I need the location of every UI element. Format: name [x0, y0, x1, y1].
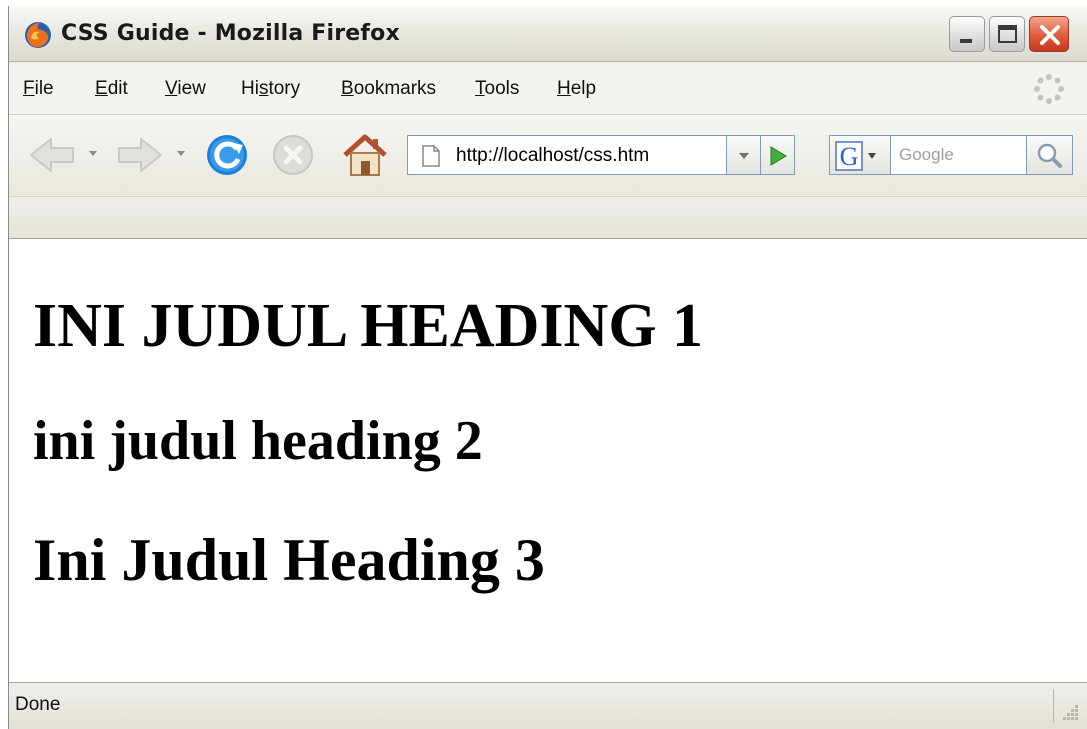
status-text: Done	[15, 694, 61, 715]
url-history-dropdown[interactable]	[727, 135, 761, 175]
menu-bookmarks-accesskey: B	[341, 78, 354, 99]
resize-grip-icon[interactable]	[1061, 703, 1081, 723]
heading-3: Ini Judul Heading 3	[33, 527, 545, 593]
menu-file-accesskey: F	[23, 78, 35, 99]
window-title: CSS Guide - Mozilla Firefox	[61, 21, 400, 46]
status-bar: Done	[9, 682, 1087, 729]
maximize-icon	[998, 25, 1017, 43]
menu-view-accesskey: V	[165, 78, 178, 99]
go-arrow-icon	[770, 146, 787, 166]
menu-view[interactable]: View	[165, 78, 206, 100]
forward-arrow-icon[interactable]	[113, 131, 165, 179]
menu-edit-accesskey: E	[95, 78, 108, 99]
forward-dropdown-icon[interactable]	[177, 151, 185, 156]
menu-help-accesskey: H	[557, 78, 571, 99]
svg-text:G: G	[840, 142, 859, 171]
firefox-icon	[25, 22, 51, 48]
status-divider	[1053, 689, 1054, 723]
menu-history-prefix: Hi	[241, 78, 259, 99]
menu-tools-accesskey: T	[475, 78, 485, 99]
menu-edit[interactable]: Edit	[95, 78, 128, 100]
throbber-icon	[1034, 74, 1064, 104]
title-bar[interactable]: CSS Guide - Mozilla Firefox	[9, 6, 1087, 62]
menu-view-label: iew	[177, 78, 206, 99]
menu-help-label: elp	[570, 78, 597, 99]
menu-help[interactable]: Help	[557, 78, 596, 100]
go-button[interactable]	[761, 135, 795, 175]
home-icon[interactable]	[339, 131, 391, 179]
menu-bookmarks[interactable]: Bookmarks	[341, 78, 436, 100]
stop-icon[interactable]	[267, 131, 319, 179]
menu-file[interactable]: File	[23, 78, 54, 100]
menu-bookmarks-label: ookmarks	[353, 78, 437, 99]
close-button[interactable]	[1029, 16, 1069, 52]
reload-icon[interactable]	[203, 131, 255, 179]
menu-edit-label: dit	[107, 78, 128, 99]
back-dropdown-icon[interactable]	[89, 151, 97, 156]
url-bar[interactable]: http://localhost/css.htm	[407, 135, 727, 175]
url-text[interactable]: http://localhost/css.htm	[456, 145, 649, 167]
maximize-button[interactable]	[989, 16, 1025, 52]
search-engine-selector[interactable]: G	[829, 135, 891, 175]
heading-2: ini judul heading 2	[33, 410, 483, 472]
menu-file-label: ile	[34, 78, 54, 99]
minimize-icon	[960, 39, 972, 43]
google-g-icon: G	[835, 141, 876, 171]
minimize-button[interactable]	[949, 16, 985, 52]
bookmarks-toolbar	[9, 197, 1087, 239]
menu-tools-label: ools	[484, 78, 520, 99]
page-content: INI JUDUL HEADING 1 ini judul heading 2 …	[9, 239, 1087, 682]
menu-bar: File Edit View History Bookmarks Tools H…	[9, 63, 1087, 115]
menu-history-label: tory	[268, 78, 301, 99]
search-input[interactable]	[891, 135, 1027, 175]
close-icon	[1040, 25, 1060, 45]
back-arrow-icon[interactable]	[27, 131, 79, 179]
page-icon	[422, 145, 440, 167]
menu-tools[interactable]: Tools	[475, 78, 519, 100]
navigation-toolbar: http://localhost/css.htm G	[9, 115, 1087, 197]
menu-history[interactable]: History	[241, 78, 300, 100]
heading-1: INI JUDUL HEADING 1	[33, 292, 704, 360]
magnifier-icon	[1037, 143, 1062, 168]
search-button[interactable]	[1027, 135, 1073, 175]
browser-window: CSS Guide - Mozilla Firefox File Edit Vi…	[8, 6, 1087, 729]
